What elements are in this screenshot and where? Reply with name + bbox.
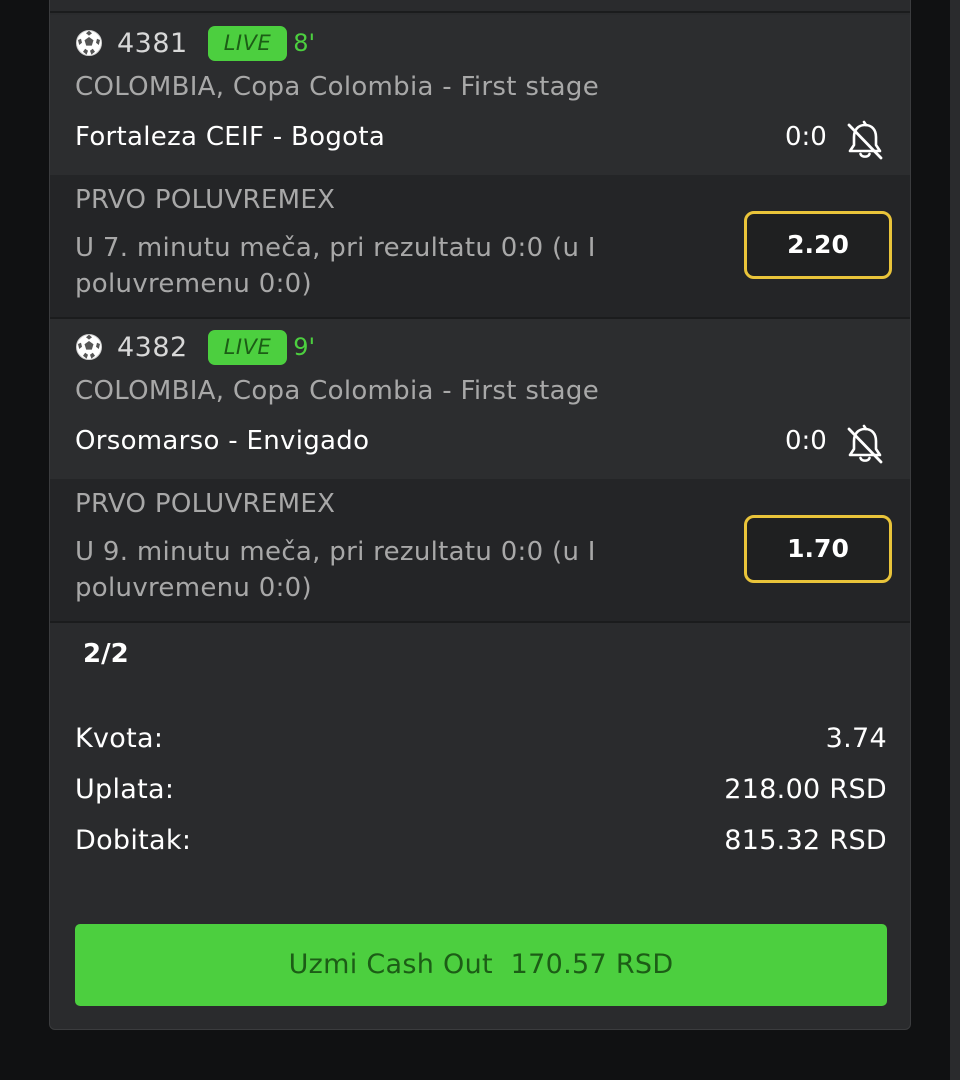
score: 0:0 <box>785 426 827 456</box>
live-badge: LIVE <box>207 25 288 61</box>
description-line: poluvremenu 0:0) <box>75 269 312 299</box>
kvota-label: Kvota: <box>75 723 164 754</box>
match-code: 4382 <box>117 331 188 363</box>
bet-selection-4381: PRVO POLUVREMEX U 7. minutu meča, pri re… <box>50 175 910 317</box>
soccer-ball-icon <box>76 334 102 360</box>
bet-selection-4382: PRVO POLUVREMEX U 9. minutu meča, pri re… <box>50 479 910 621</box>
summary-row-kvota: Kvota: 3.74 <box>75 723 887 754</box>
market-description: U 7. minutu meča, pri rezultatu 0:0 (u I… <box>75 230 635 302</box>
divider <box>50 621 910 623</box>
market-description: U 9. minutu meča, pri rezultatu 0:0 (u I… <box>75 534 635 606</box>
live-badge: LIVE <box>207 329 288 365</box>
uplata-value: 218.00 RSD <box>724 774 887 805</box>
summary-row-uplata: Uplata: 218.00 RSD <box>75 774 887 805</box>
scrollbar-track <box>950 0 960 1080</box>
score: 0:0 <box>785 122 827 152</box>
match-meta: 4382 LIVE 9' <box>75 329 315 365</box>
summary-row-dobitak: Dobitak: 815.32 RSD <box>75 825 887 856</box>
odd-button[interactable]: 2.20 <box>744 211 892 279</box>
bet-ticket: 4381 LIVE 8' COLOMBIA, Copa Colombia - F… <box>49 0 911 1030</box>
cash-out-amount: 170.57 RSD <box>510 949 674 980</box>
live-minute: 9' <box>293 333 316 361</box>
market-name: PRVO POLUVREMEX <box>75 489 336 519</box>
match-header-4381: 4381 LIVE 8' COLOMBIA, Copa Colombia - F… <box>50 15 910 175</box>
teams: Orsomarso - Envigado <box>75 426 370 456</box>
odd-button[interactable]: 1.70 <box>744 515 892 583</box>
description-line: U 9. minutu meča, pri rezultatu 0:0 (u I <box>75 537 596 567</box>
match-header-4382: 4382 LIVE 9' COLOMBIA, Copa Colombia - F… <box>50 319 910 479</box>
market-name: PRVO POLUVREMEX <box>75 185 336 215</box>
cash-out-label: Uzmi Cash Out <box>288 949 493 980</box>
selection-count: 2/2 <box>83 639 129 669</box>
league-name: COLOMBIA, Copa Colombia - First stage <box>75 72 600 102</box>
kvota-value: 3.74 <box>825 723 887 754</box>
divider <box>50 11 910 13</box>
dobitak-label: Dobitak: <box>75 825 192 856</box>
description-line: poluvremenu 0:0) <box>75 573 312 603</box>
teams: Fortaleza CEIF - Bogota <box>75 122 386 152</box>
dobitak-value: 815.32 RSD <box>724 825 887 856</box>
live-minute: 8' <box>293 29 316 57</box>
match-code: 4381 <box>117 27 188 59</box>
bell-off-icon[interactable] <box>843 119 887 163</box>
uplata-label: Uplata: <box>75 774 175 805</box>
bell-off-icon[interactable] <box>843 423 887 467</box>
league-name: COLOMBIA, Copa Colombia - First stage <box>75 376 600 406</box>
cash-out-button[interactable]: Uzmi Cash Out 170.57 RSD <box>75 924 887 1006</box>
soccer-ball-icon <box>76 30 102 56</box>
description-line: U 7. minutu meča, pri rezultatu 0:0 (u I <box>75 233 596 263</box>
match-meta: 4381 LIVE 8' <box>75 25 315 61</box>
